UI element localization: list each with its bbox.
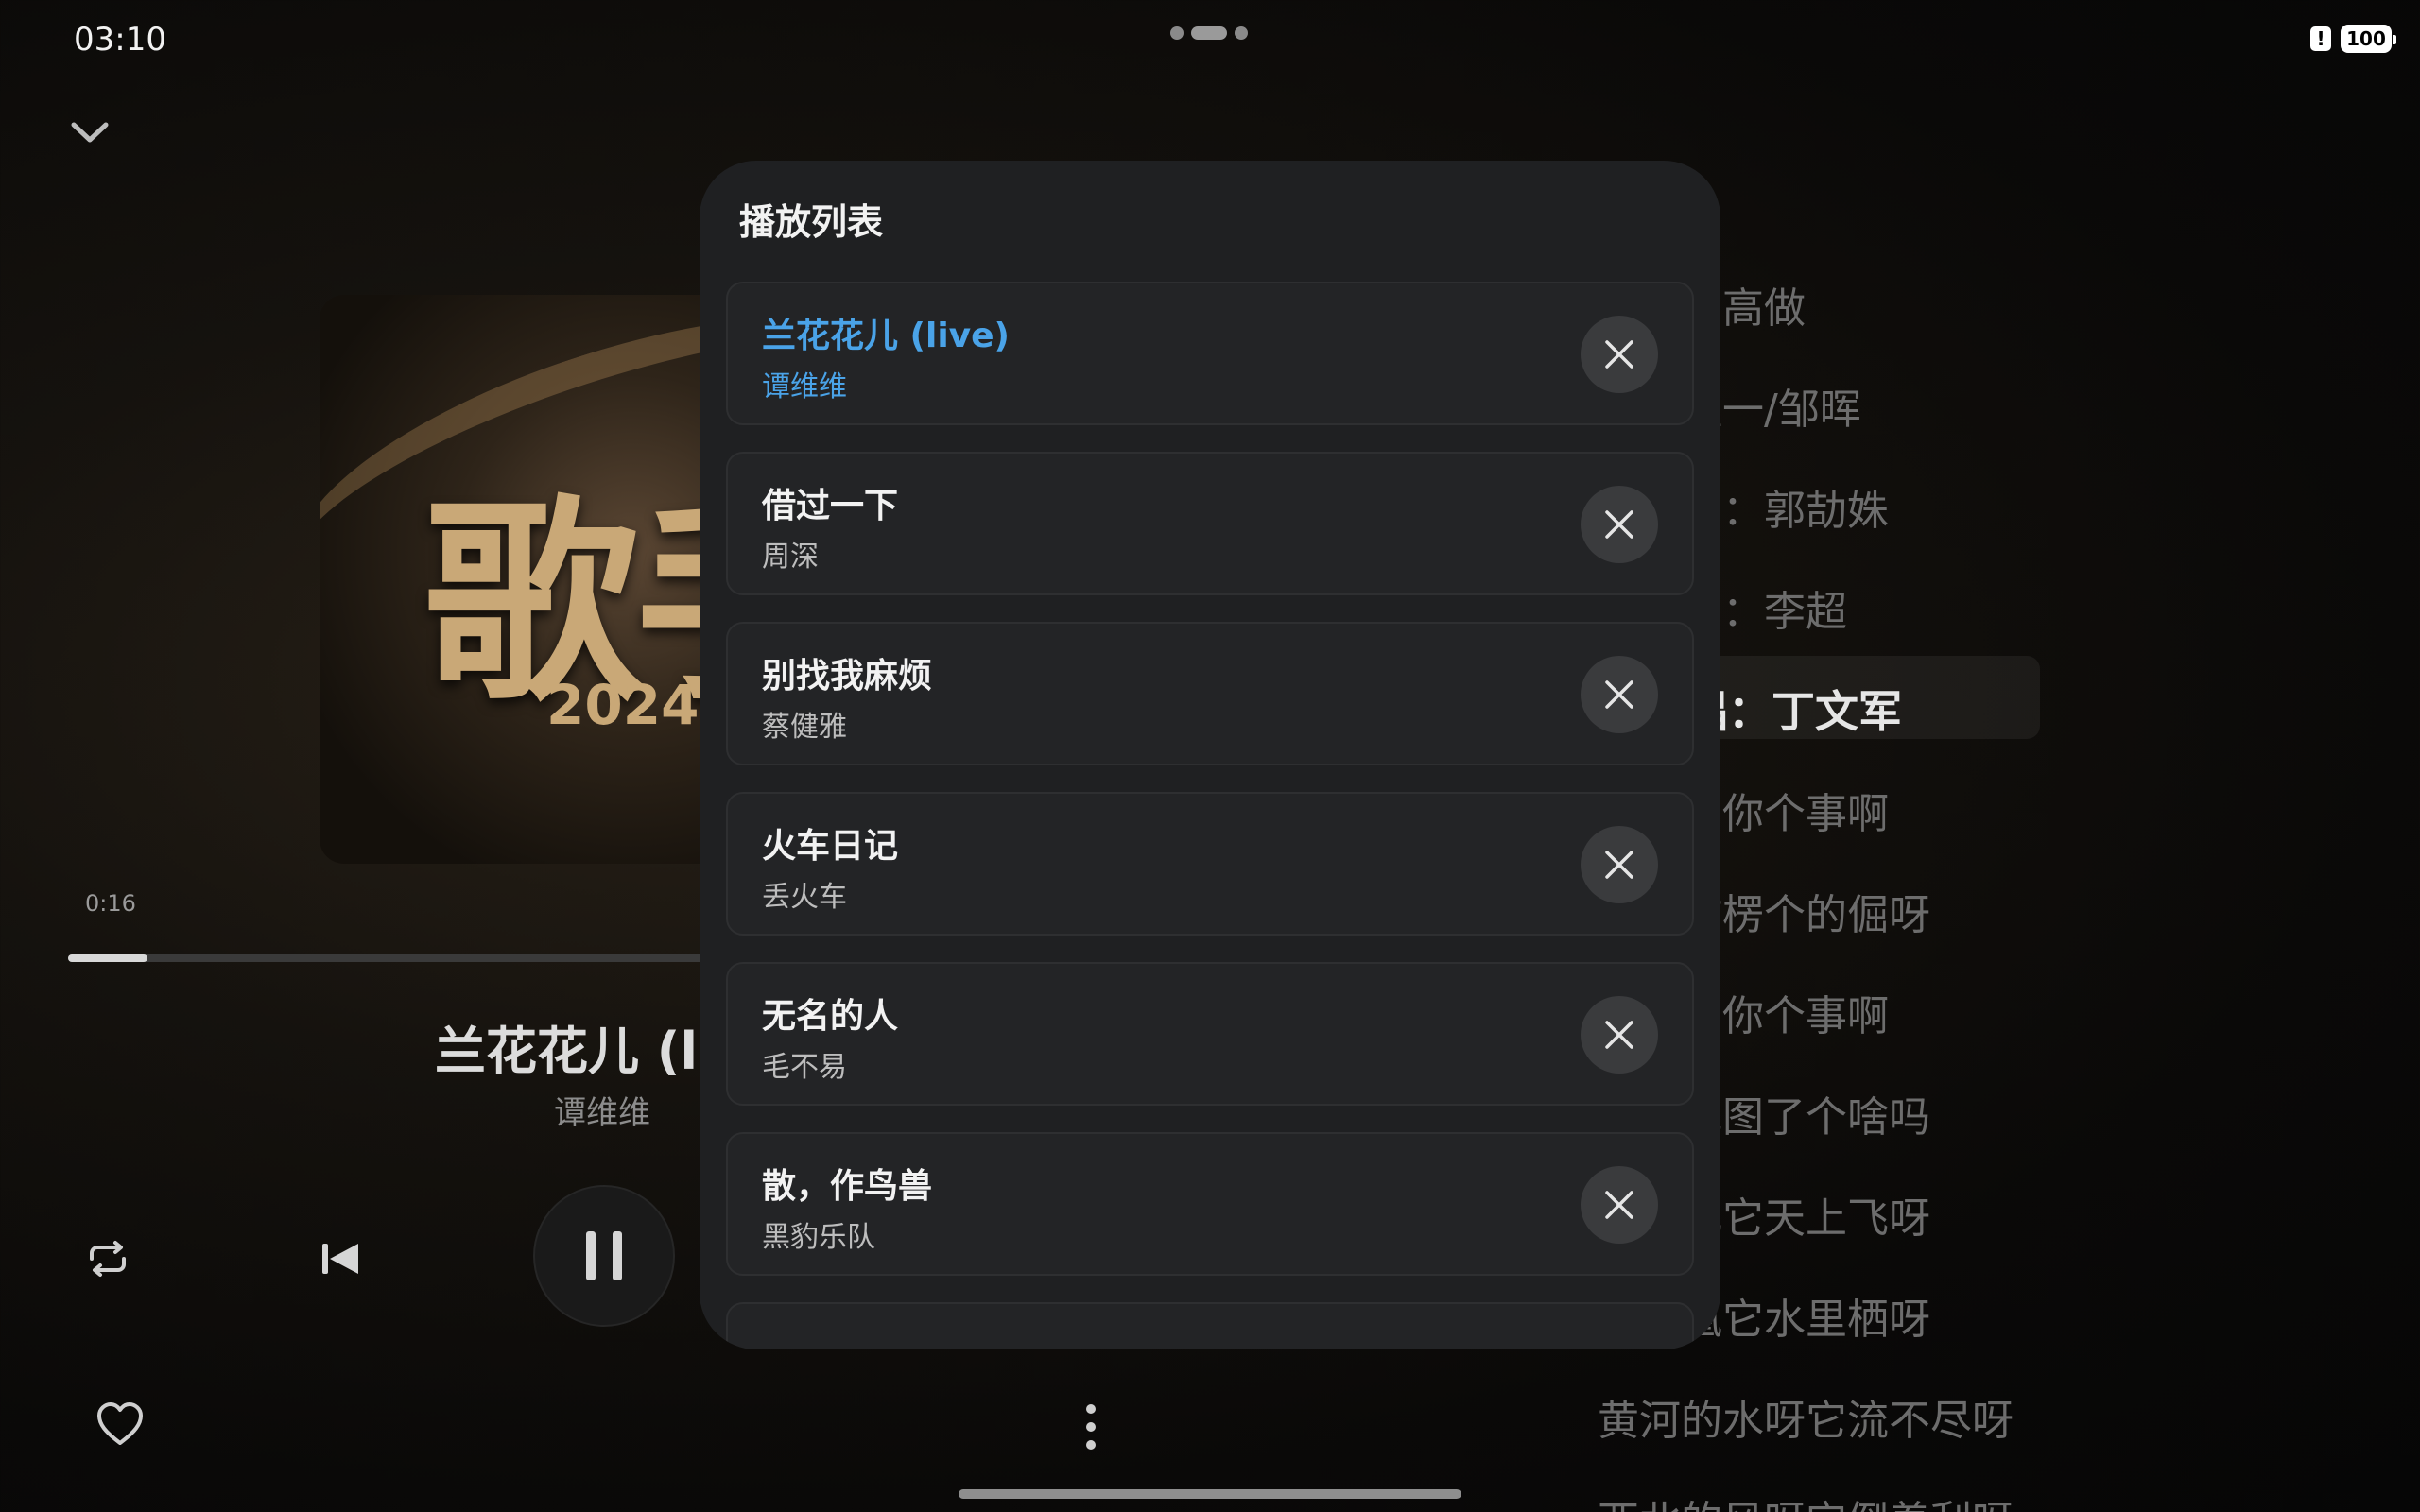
track-name: 无名的人 — [762, 997, 899, 1036]
track-name: 借过一下 — [762, 487, 899, 525]
lyric-line[interactable]: 妻子他图了个啥吗 — [1598, 1062, 2420, 1163]
track-artist: 毛不易 — [762, 1051, 847, 1084]
lyric-line[interactable]: 态助唱：丁文军 — [1598, 658, 2420, 759]
close-icon — [1605, 340, 1634, 369]
playlist-panel: 播放列表 兰花花儿 (live) 谭维维借过一下周深别找我麻烦蔡健雅火车日记丢火车… — [700, 161, 1720, 1349]
battery-icon: 100 — [2341, 25, 2396, 53]
remove-track-button[interactable] — [1581, 826, 1658, 903]
progress-bar[interactable] — [68, 954, 786, 962]
remove-track-button[interactable] — [1581, 316, 1658, 393]
home-indicator[interactable] — [959, 1489, 1461, 1499]
lyric-line[interactable]: 花我问你个事啊 — [1598, 961, 2420, 1062]
remove-track-button[interactable] — [1581, 1166, 1658, 1244]
heart-icon — [97, 1402, 143, 1445]
skip-previous-icon — [322, 1244, 358, 1274]
status-time: 03:10 — [74, 21, 166, 59]
lyric-line[interactable]: 黄河的水呀它流不尽呀 — [1598, 1366, 2420, 1467]
lyric-line[interactable]: 的凤凰它水里栖呀 — [1598, 1264, 2420, 1366]
lyrics-panel[interactable]: 键盘：高做月：檀一/邹晖音板胡：郭劼姝音板胡：李超态助唱：丁文军花我问你个事啊主… — [1598, 253, 2420, 1512]
repeat-icon — [90, 1241, 126, 1277]
pause-button[interactable] — [535, 1187, 673, 1325]
more-button[interactable] — [1078, 1399, 1104, 1455]
track-artist: 黑豹乐队 — [762, 1221, 875, 1254]
lyric-line[interactable]: 音板胡：郭劼姝 — [1598, 455, 2420, 557]
playlist-item[interactable]: 火车日记 丢火车 — [726, 792, 1694, 936]
more-vertical-icon — [1086, 1404, 1096, 1450]
playlist-track-list: 兰花花儿 (live) 谭维维借过一下周深别找我麻烦蔡健雅火车日记丢火车无名的人毛… — [726, 282, 1694, 1349]
close-icon — [1605, 1191, 1634, 1219]
playlist-title: 播放列表 — [739, 201, 884, 243]
close-icon — [1605, 510, 1634, 539]
track-artist: 周深 — [762, 541, 819, 574]
remove-track-button[interactable] — [1581, 656, 1658, 733]
track-name: 别找我麻烦 — [762, 657, 933, 696]
playlist-item[interactable] — [726, 1302, 1694, 1349]
previous-button[interactable] — [312, 1230, 369, 1287]
lyric-line[interactable]: 主子咋楞个的倔呀 — [1598, 860, 2420, 961]
close-icon — [1605, 850, 1634, 879]
repeat-button[interactable] — [79, 1230, 136, 1287]
lyric-line[interactable]: 花我问你个事啊 — [1598, 759, 2420, 860]
playlist-item[interactable]: 无名的人 毛不易 — [726, 962, 1694, 1106]
lyric-line[interactable]: 音板胡：李超 — [1598, 557, 2420, 658]
elapsed-time: 0:16 — [85, 890, 136, 917]
remove-track-button[interactable] — [1581, 996, 1658, 1074]
progress-fill — [68, 954, 147, 962]
lyric-line[interactable]: 键盘：高做 — [1598, 253, 2420, 354]
track-name: 火车日记 — [762, 827, 899, 866]
playlist-item[interactable]: 散，作鸟兽黑豹乐队 — [726, 1132, 1694, 1276]
collapse-button[interactable] — [66, 113, 113, 151]
song-artist: 谭维维 — [554, 1094, 650, 1132]
playlist-item[interactable]: 借过一下 周深 — [726, 452, 1694, 595]
track-name: 兰花花儿 (live) — [762, 317, 1011, 355]
track-name: 散，作鸟兽 — [762, 1167, 933, 1206]
track-artist: 谭维维 — [762, 370, 847, 404]
close-icon — [1605, 1021, 1634, 1049]
remove-track-button[interactable] — [1581, 486, 1658, 563]
favorite-button[interactable] — [93, 1397, 147, 1452]
lyric-line[interactable]: 的鱼儿它天上飞呀 — [1598, 1163, 2420, 1264]
playlist-item[interactable]: 别找我麻烦 蔡健雅 — [726, 622, 1694, 765]
lyric-line[interactable]: 月：檀一/邹晖 — [1598, 354, 2420, 455]
close-icon — [1605, 680, 1634, 709]
track-artist: 丢火车 — [762, 881, 847, 914]
status-icons: ! 100 — [2310, 25, 2396, 53]
chevron-down-icon — [71, 122, 109, 143]
track-artist: 蔡健雅 — [762, 711, 847, 744]
multiwindow-indicator[interactable] — [1170, 26, 1248, 40]
playlist-item[interactable]: 兰花花儿 (live) 谭维维 — [726, 282, 1694, 425]
lyric-line[interactable]: 西北的风呀它倒着刮呀 — [1598, 1467, 2420, 1512]
pause-icon — [586, 1231, 622, 1280]
alert-icon: ! — [2310, 26, 2331, 51]
album-art-year: 2024 — [546, 673, 700, 737]
